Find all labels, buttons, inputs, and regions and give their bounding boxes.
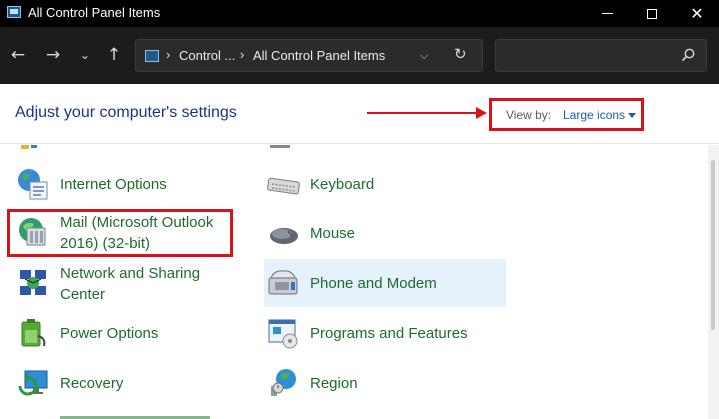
keyboard-icon [267,177,300,195]
maximize-button[interactable] [630,0,674,27]
back-button[interactable]: ← [5,42,31,68]
item-keyboard[interactable]: Keyboard [264,161,506,209]
maximize-icon [647,8,657,19]
item-label: Keyboard [310,176,375,193]
partial-item-icon [21,145,37,149]
breadcrumb-separator[interactable]: › [166,47,170,62]
close-icon: ✕ [690,3,704,23]
item-label: Phone and Modem [310,275,437,292]
item-phone-and-modem[interactable]: Phone and Modem [264,259,506,307]
forward-button[interactable]: → [40,42,66,68]
item-label: Recovery [60,375,124,392]
item-label: Mouse [310,225,356,242]
power-icon [21,319,46,347]
region-icon [271,369,296,396]
recovery-icon [18,370,48,396]
caret-down-icon[interactable] [628,113,636,118]
breadcrumb-all-items[interactable]: All Control Panel Items [253,48,385,63]
mouse-icon [270,228,298,244]
breadcrumb-control-panel[interactable]: Control ... [179,48,235,63]
item-label: Programs and Features [310,325,468,342]
item-programs-and-features[interactable]: Programs and Features [264,309,506,357]
window-title: All Control Panel Items [28,5,161,20]
address-bar[interactable]: › Control ... › All Control Panel Items … [135,39,483,72]
control-panel-icon [145,50,159,62]
item-label: Region [310,375,358,392]
programs-icon [268,319,298,349]
view-by-label: View by: [506,108,552,122]
minimize-button[interactable] [585,0,629,27]
control-panel-items: Internet Options Mail (Microsoft Outlook… [0,145,708,419]
item-label: Internet Options [60,176,167,193]
title-bar: All Control Panel Items ✕ [0,0,719,27]
item-label: Network and Sharing Center [60,265,201,303]
item-network-and-sharing[interactable]: Network and Sharing Center [14,259,244,307]
annotation-arrow [367,112,479,114]
content-header: Adjust your computer's settings View by:… [0,84,719,144]
item-region[interactable]: Region [264,359,506,407]
item-power-options[interactable]: Power Options [14,309,244,357]
phone-icon [268,270,298,295]
annotation-arrow-head [476,107,487,119]
item-recovery[interactable]: Recovery [14,359,244,407]
network-icon [20,270,46,295]
breadcrumb-separator[interactable]: › [240,47,244,62]
item-internet-options[interactable]: Internet Options [14,161,244,209]
close-button[interactable]: ✕ [675,0,719,27]
recent-locations-button[interactable]: ⌄ [72,42,98,68]
item-mouse[interactable]: Mouse [264,209,506,257]
scrollbar-thumb[interactable] [711,160,715,330]
internet-options-icon [18,169,48,200]
navigation-bar: ← → ⌄ ↑ › Control ... › All Control Pane… [0,27,719,84]
search-icon[interactable] [680,47,696,63]
control-panel-icon [7,6,21,18]
refresh-icon[interactable]: ↻ [454,45,467,63]
search-input[interactable] [495,39,707,72]
partial-item-icon [270,145,290,148]
address-dropdown-icon[interactable]: ⌵ [420,49,428,63]
minimize-icon [601,13,613,14]
item-label: Power Options [60,325,159,342]
annotation-highlight-box [7,209,233,257]
page-title: Adjust your computer's settings [15,104,237,121]
up-button[interactable]: ↑ [101,42,127,68]
view-by-dropdown[interactable]: Large icons [563,108,625,122]
partial-item-label [60,413,240,419]
